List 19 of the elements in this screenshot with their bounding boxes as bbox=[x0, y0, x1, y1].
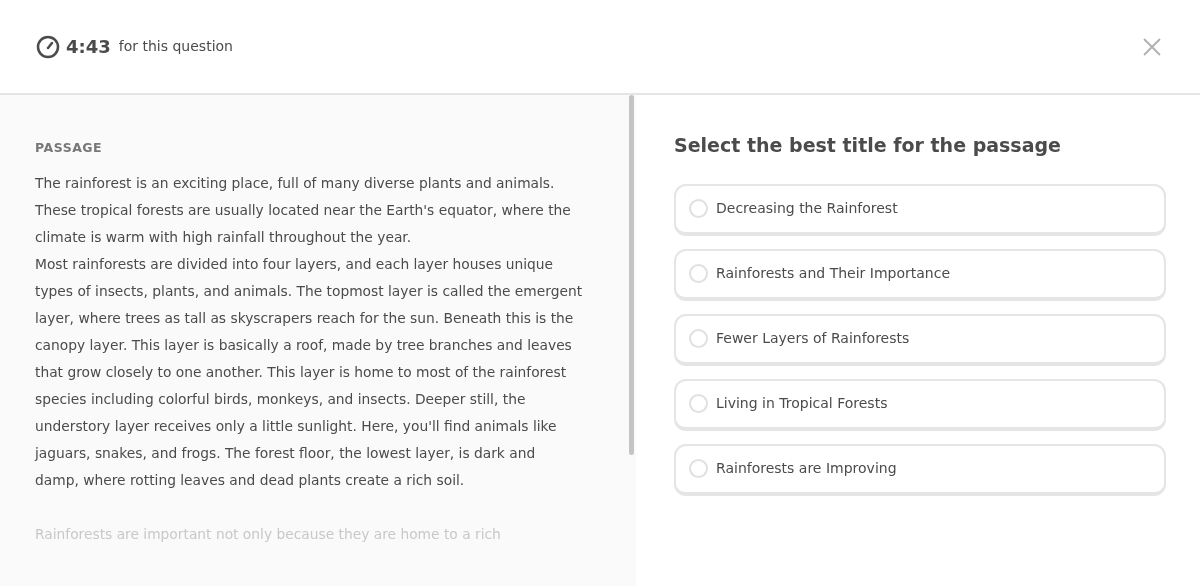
radio-button[interactable] bbox=[689, 329, 708, 348]
scrollbar[interactable] bbox=[629, 95, 634, 455]
close-icon bbox=[1143, 37, 1161, 56]
timer-label: for this question bbox=[118, 37, 233, 56]
answer-option[interactable]: Decreasing the Rainforest bbox=[674, 183, 1166, 236]
answer-option[interactable]: Rainforests are Improving bbox=[674, 443, 1166, 496]
timer-value: 4:43 bbox=[66, 35, 111, 59]
timer-icon bbox=[36, 34, 60, 59]
answer-option[interactable]: Fewer Layers of Rainforests bbox=[674, 313, 1166, 366]
radio-button[interactable] bbox=[689, 199, 708, 218]
answer-option[interactable]: Rainforests and Their Importance bbox=[674, 248, 1166, 301]
answer-option[interactable]: Living in Tropical Forests bbox=[674, 378, 1166, 431]
passage-heading: PASSAGE bbox=[35, 139, 104, 157]
question-prompt: Select the best title for the passage bbox=[674, 133, 1062, 158]
passage-paragraph: Most rainforests are divided into four layers, and each layer houses unique types of insects, plants, and animals. The topmost layer is called the emergent layer, where trees as tall as skyscrapers reach for the sun. Beneath this is the canopy layer. This layer is basically a roof, made by tree branches and leaves that grow closely to one another. This layer is home to most of the rainforest species including colorful birds, monkeys, and insects. Deeper still, the understory layer receives only a little sunlight. Here, you'll find animals like jaguars, snakes, and frogs. The forest floor, the lowest layer, is dark and damp, where rotting leaves and dead plants create a rich soil. bbox=[35, 254, 583, 490]
passage-paragraph: The rainforest is an exciting place, full of many diverse plants and animals. These tropical forests are usually located near the Earth's equator, where the climate is warm with high rainfall throughout the year. bbox=[35, 173, 572, 247]
radio-button[interactable] bbox=[689, 264, 708, 283]
radio-button[interactable] bbox=[689, 459, 708, 478]
radio-button[interactable] bbox=[689, 394, 708, 413]
